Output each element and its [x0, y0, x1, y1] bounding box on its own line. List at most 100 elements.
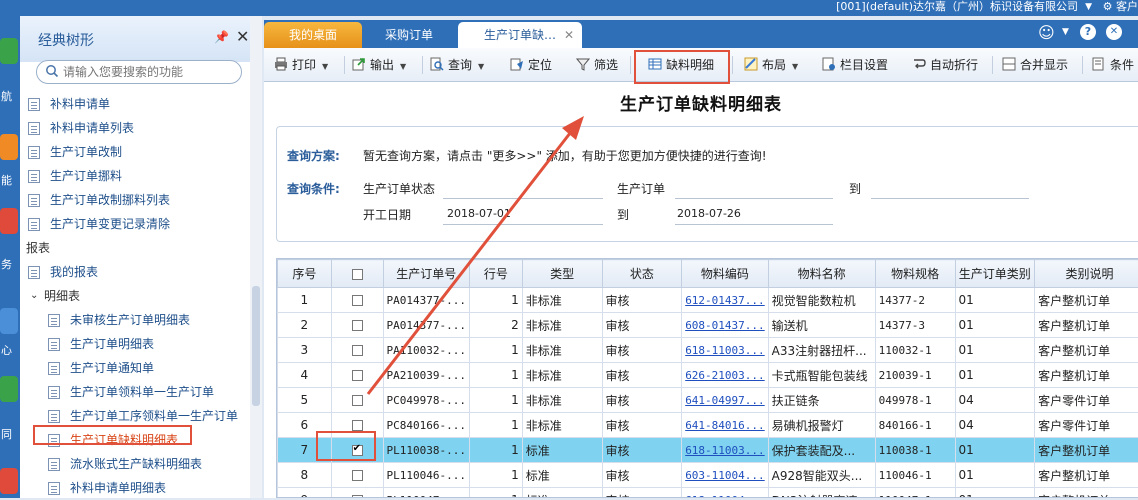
tree-item-order-notice[interactable]: 生产订单通知单 [20, 356, 260, 380]
row-checkbox[interactable] [352, 395, 363, 406]
row-select[interactable] [331, 363, 383, 388]
table-row[interactable]: 8PL110046-...1标准审核603-11004...A928智能双头..… [278, 463, 1138, 488]
table-row[interactable]: 6PC840166-...1非标准审核641-84016...易碘机报警灯840… [278, 413, 1138, 438]
row-checkbox[interactable] [352, 295, 363, 306]
table-row[interactable]: 3PA110032-...1非标准审核618-11003...A33注射器扭杆.… [278, 338, 1138, 363]
tab-shortage-report[interactable]: 生产订单缺…✕ [458, 22, 582, 48]
col-header-order-category[interactable]: 生产订单类别 [955, 260, 1035, 288]
close-icon[interactable]: ✕ [236, 27, 249, 46]
start-date-from-field[interactable]: 2018-07-01 [447, 207, 511, 220]
row-material-code[interactable]: 603-11004... [682, 463, 768, 488]
column-settings-button[interactable]: 栏目设置 [822, 56, 888, 74]
row-material-code[interactable]: 641-84016... [682, 413, 768, 438]
locate-button[interactable]: 定位 [510, 56, 552, 74]
col-header-material-spec[interactable]: 物料规格 [875, 260, 955, 288]
layout-button[interactable]: 布局▼ [744, 56, 798, 74]
tree-item-flow-shortage-detail[interactable]: 流水账式生产缺料明细表 [20, 452, 260, 476]
tree-item-supplement-request-list[interactable]: 补料申请单列表 [20, 116, 260, 140]
row-material-code[interactable]: 641-04997... [682, 388, 768, 413]
col-header-status[interactable]: 状态 [602, 260, 682, 288]
tab-purchase-order[interactable]: 采购订单 [362, 22, 456, 48]
module-icon-6[interactable] [0, 468, 18, 494]
row-material-code[interactable]: 608-01437... [682, 313, 768, 338]
col-header-seq[interactable]: 序号 [278, 260, 332, 288]
print-button[interactable]: 打印▼ [274, 56, 328, 74]
row-material-code[interactable]: 626-21003... [682, 363, 768, 388]
tree-item-order-transfer[interactable]: 生产订单挪料 [20, 164, 260, 188]
row-select[interactable] [331, 388, 383, 413]
chevron-down-icon[interactable]: ▼ [792, 62, 798, 71]
tree-group-detail-reports[interactable]: ⌄明细表 [20, 284, 260, 308]
row-material-code[interactable]: 612-01437... [682, 288, 768, 313]
row-select[interactable] [331, 313, 383, 338]
row-select[interactable] [331, 338, 383, 363]
chevron-down-icon[interactable]: ▼ [400, 62, 406, 71]
user-menu[interactable]: ⚙ 客户 [1103, 0, 1138, 14]
merge-display-button[interactable]: 合并显示 [1002, 56, 1068, 74]
select-all-checkbox[interactable] [352, 269, 363, 280]
module-icon-3[interactable] [0, 208, 18, 234]
col-header-line[interactable]: 行号 [470, 260, 523, 288]
condition-button[interactable]: 条件 [1092, 56, 1134, 74]
col-header-material-name[interactable]: 物料名称 [768, 260, 875, 288]
row-checkbox[interactable] [352, 470, 363, 481]
table-row[interactable]: 9PL110047-...1标准审核618-11004...DN3注射器高速..… [278, 488, 1138, 499]
tree-item-supplement-request-detail[interactable]: 补料申请单明细表 [20, 476, 260, 500]
table-row[interactable]: 4PA210039-...1非标准审核626-21003...卡式瓶智能包装线2… [278, 363, 1138, 388]
tree-group-reports[interactable]: 报表 [20, 236, 260, 260]
scrollbar-thumb[interactable] [252, 286, 260, 406]
row-material-code[interactable]: 618-11003... [682, 438, 768, 463]
order-from-field[interactable] [675, 198, 833, 199]
search-input[interactable] [63, 64, 233, 80]
table-row[interactable]: 7PL110038-...1标准审核618-11003...保护套装配及...1… [278, 438, 1138, 463]
module-icon-4[interactable] [0, 308, 18, 334]
tree-item-order-modify[interactable]: 生产订单改制 [20, 140, 260, 164]
col-header-category-desc[interactable]: 类别说明 [1035, 260, 1138, 288]
close-icon[interactable]: ✕ [1106, 24, 1122, 40]
order-status-field[interactable] [443, 198, 603, 199]
chevron-down-icon[interactable]: ▼ [1062, 27, 1069, 37]
col-header-material-code[interactable]: 物料编码 [682, 260, 768, 288]
filter-button[interactable]: 筛选 [576, 56, 618, 74]
start-date-to-field[interactable]: 2018-07-26 [677, 207, 741, 220]
row-checkbox[interactable] [352, 370, 363, 381]
tree-item-unapproved-order-detail[interactable]: 未审核生产订单明细表 [20, 308, 260, 332]
module-icon-2[interactable] [0, 134, 18, 160]
col-header-type[interactable]: 类型 [522, 260, 602, 288]
chevron-down-icon[interactable]: ▼ [478, 62, 484, 71]
tree-item-change-record-clear[interactable]: 生产订单变更记录清除 [20, 212, 260, 236]
tree-item-order-detail[interactable]: 生产订单明细表 [20, 332, 260, 356]
row-select[interactable] [331, 463, 383, 488]
tree-item-my-reports[interactable]: 我的报表 [20, 260, 260, 284]
row-material-code[interactable]: 618-11003... [682, 338, 768, 363]
smiley-icon[interactable]: ☺ [1038, 23, 1055, 42]
help-icon[interactable]: ? [1080, 24, 1096, 40]
row-checkbox[interactable] [352, 320, 363, 331]
row-material-code[interactable]: 618-11004... [682, 488, 768, 499]
sidebar-scrollbar[interactable] [250, 16, 262, 498]
chevron-down-icon[interactable]: ▼ [322, 62, 328, 71]
tree-item-supplement-request[interactable]: 补料申请单 [20, 92, 260, 116]
query-button[interactable]: 查询▼ [430, 56, 484, 74]
module-icon-1[interactable] [0, 38, 18, 64]
row-select[interactable] [331, 488, 383, 499]
tree-item-material-requisition[interactable]: 生产订单领料单一生产订单 [20, 380, 260, 404]
row-select[interactable] [331, 288, 383, 313]
col-header-order-no[interactable]: 生产订单号 [383, 260, 469, 288]
table-row[interactable]: 1PA014377-...1非标准审核612-01437...视觉智能数粒机14… [278, 288, 1138, 313]
pin-icon[interactable]: 📌 [214, 30, 229, 44]
row-checkbox[interactable] [352, 420, 363, 431]
company-dropdown-icon[interactable]: ▼ [1085, 0, 1092, 14]
tree-item-modify-transfer-list[interactable]: 生产订单改制挪料列表 [20, 188, 260, 212]
order-to-field[interactable] [871, 198, 1029, 199]
sidebar-search[interactable] [36, 60, 242, 84]
auto-wrap-button[interactable]: 自动折行 [912, 56, 978, 74]
table-row[interactable]: 2PA014377-...2非标准审核608-01437...输送机14377-… [278, 313, 1138, 338]
export-button[interactable]: 输出▼ [352, 56, 406, 74]
tab-close-icon[interactable]: ✕ [564, 22, 574, 48]
row-checkbox[interactable] [352, 345, 363, 356]
table-row[interactable]: 5PC049978-...1非标准审核641-04997...扶正链条04997… [278, 388, 1138, 413]
col-header-select[interactable] [331, 260, 383, 288]
tab-my-desktop[interactable]: 我的桌面 [264, 22, 362, 48]
module-icon-5[interactable] [0, 376, 18, 402]
